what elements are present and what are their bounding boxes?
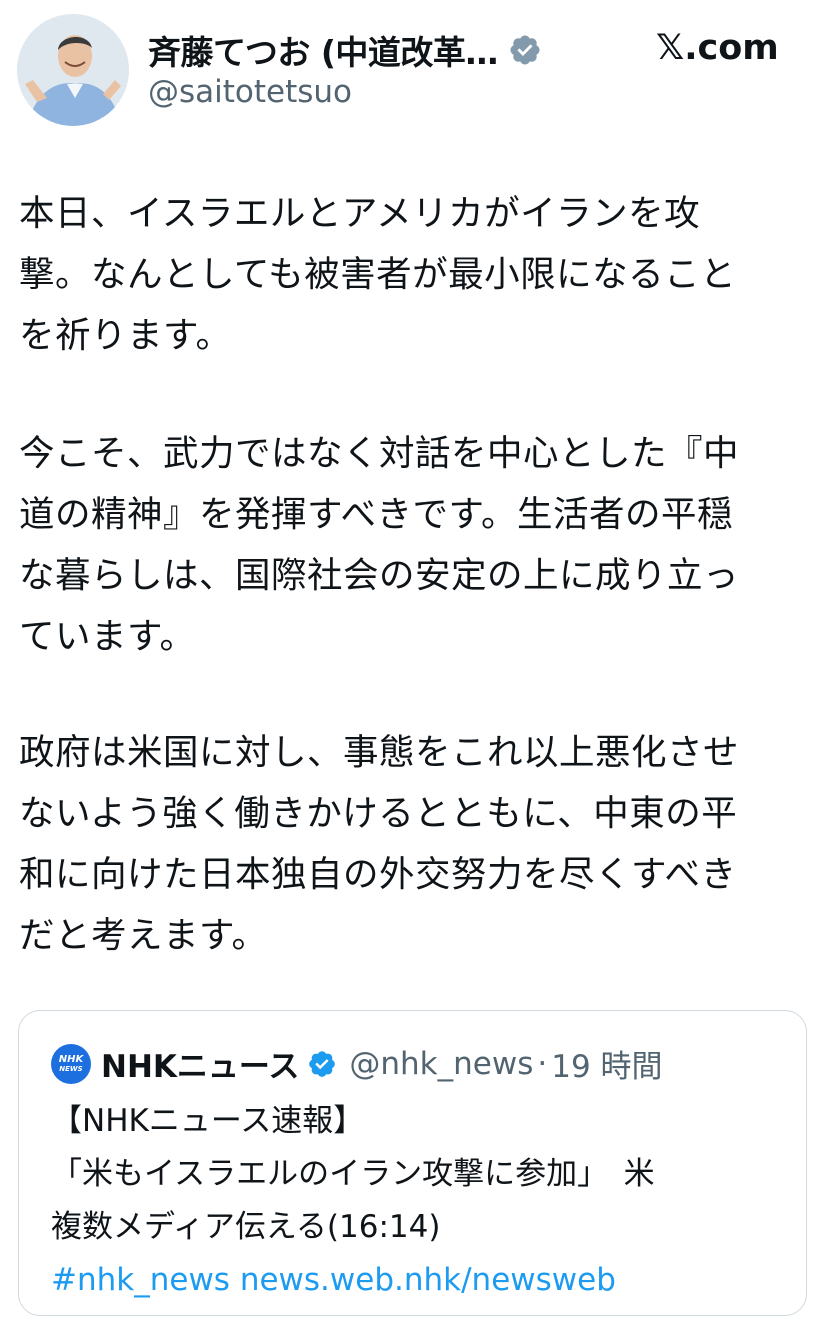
author-name[interactable]: 斉藤てつお (中道改革… [148, 26, 542, 74]
text-line: を祈ります。 [19, 315, 232, 356]
quoted-author-name[interactable]: NHKニュース [101, 1041, 299, 1086]
quoted-links-line: #nhk_news news.web.nhk/newsweb [51, 1254, 791, 1307]
url-link[interactable]: news.web.nhk/newsweb [240, 1262, 616, 1298]
tweet-paragraph-2: 今こそ、武力ではなく対話を中心とした『中 道の精神』を発揮すべきです。生活者の平… [19, 423, 809, 667]
text-line: 道の精神』を発揮すべきです。生活者の平穏 [19, 494, 733, 535]
quoted-text-line: 複数メディア伝える(16:14) [51, 1209, 441, 1245]
quoted-author-handle[interactable]: @nhk_news [349, 1046, 533, 1082]
quoted-text-line: 【NHKニュース速報】 [51, 1103, 365, 1139]
text-line: ないよう強く働きかけるとともに、中東の平 [19, 793, 738, 834]
text-line: 撃。なんとしても被害者が最小限になること [19, 254, 737, 295]
text-line: ています。 [19, 616, 196, 657]
tweet-paragraph-3: 政府は米国に対し、事態をこれ以上悪化させ ないよう強く働きかけるとともに、中東の… [19, 722, 809, 966]
verified-badge-icon [510, 35, 540, 65]
text-line: 本日、イスラエルとアメリカがイランを攻 [19, 193, 701, 234]
quoted-tweet[interactable]: NHK NEWS NHKニュース @nhk_news · 19 時間 【NHKニ… [18, 1010, 807, 1316]
x-logo: 𝕏.com [656, 28, 779, 68]
author-handle[interactable]: @saitotetsuo [148, 74, 352, 110]
text-line: 和に向けた日本独自の外交努力を尽くすべき [19, 854, 737, 895]
quoted-text-line: 「米もイスラエルのイラン攻撃に参加」 米 [51, 1156, 655, 1192]
text-line: 政府は米国に対し、事態をこれ以上悪化させ [19, 732, 740, 773]
avatar[interactable] [17, 14, 129, 126]
hashtag-link[interactable]: #nhk_news [51, 1262, 230, 1298]
tweet-paragraph-1: 本日、イスラエルとアメリカがイランを攻 撃。なんとしても被害者が最小限になること… [19, 183, 809, 366]
logo-subtext: NEWS [59, 1064, 83, 1073]
author-name-text[interactable]: 斉藤てつお (中道改革… [148, 26, 498, 74]
logo-text: NHK [58, 1053, 84, 1065]
quoted-tweet-header: NHK NEWS NHKニュース @nhk_news · 19 時間 [51, 1041, 663, 1086]
quoted-timestamp[interactable]: 19 時間 [551, 1041, 662, 1086]
text-line: な暮らしは、国際社会の安定の上に成り立っ [19, 555, 740, 596]
separator-dot: · [537, 1045, 548, 1082]
text-line: 今こそ、武力ではなく対話を中心とした『中 [19, 433, 740, 474]
verified-badge-icon [309, 1050, 336, 1077]
nhk-news-logo-icon[interactable]: NHK NEWS [51, 1043, 91, 1084]
text-line: だと考えます。 [19, 915, 268, 956]
quoted-tweet-body: 【NHKニュース速報】 「米もイスラエルのイラン攻撃に参加」 米 複数メディア伝… [51, 1095, 791, 1307]
